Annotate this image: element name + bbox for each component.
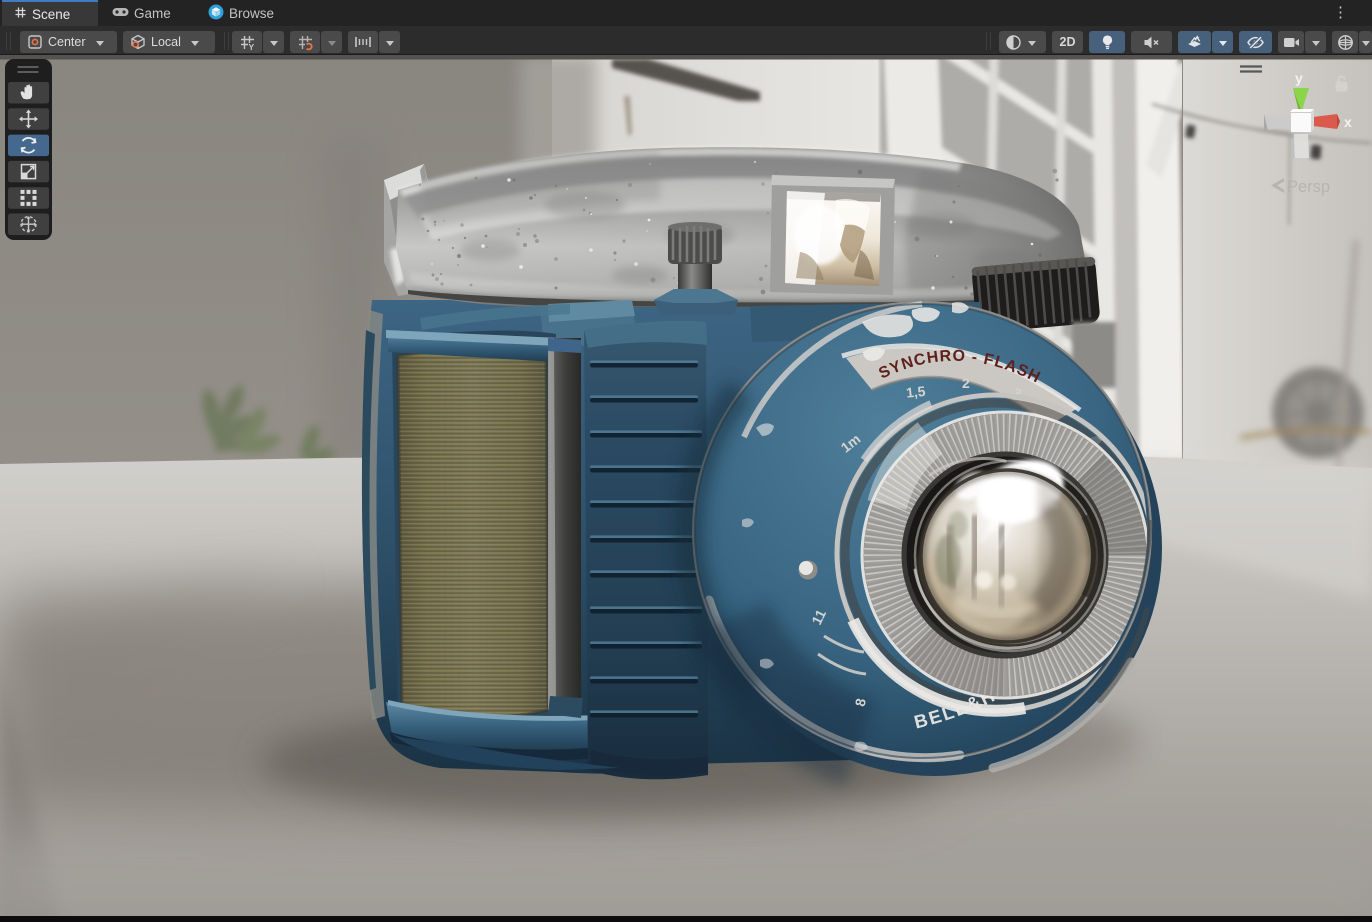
svg-text:2: 2 [962,375,970,391]
svg-text:y: y [1295,70,1303,86]
svg-text:Persp: Persp [1287,178,1330,196]
svg-text:1,5: 1,5 [905,383,926,401]
svg-text:x: x [1344,114,1352,130]
svg-text:Y: Y [248,42,254,51]
